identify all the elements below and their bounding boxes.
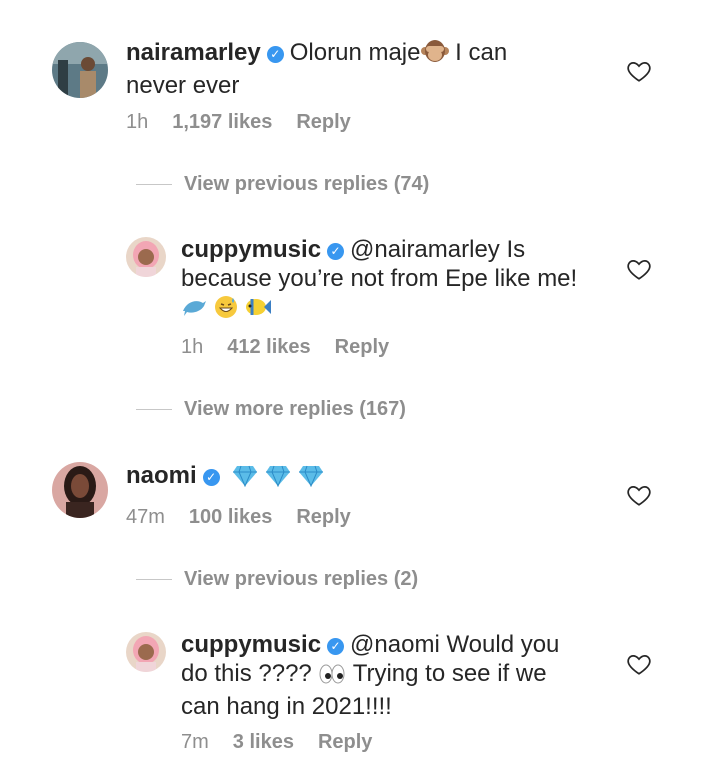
verified-badge-icon: ✓ [327, 638, 345, 655]
username[interactable]: cuppymusic [181, 236, 321, 263]
comment-time: 1h [181, 336, 204, 358]
reply-button[interactable]: Reply [318, 731, 372, 753]
comment-time: 47m [126, 506, 165, 528]
avatar-nairamarley[interactable] [52, 42, 108, 98]
heart-icon[interactable] [626, 256, 652, 282]
divider-line [136, 184, 172, 186]
comment-time: 7m [181, 731, 209, 753]
reply-button[interactable]: Reply [296, 111, 350, 133]
reply-button[interactable]: Reply [296, 506, 350, 528]
username[interactable]: cuppymusic [181, 631, 321, 658]
username[interactable]: naomi [126, 462, 197, 489]
like-count[interactable]: 412 likes [227, 336, 310, 358]
gem-icon [232, 465, 258, 494]
verified-badge-icon: ✓ [266, 46, 284, 63]
view-replies-label: View previous replies (74) [184, 173, 430, 195]
dolphin-icon [181, 295, 207, 326]
heart-icon[interactable] [626, 651, 652, 677]
verified-badge-icon: ✓ [327, 243, 345, 260]
eyes-icon [318, 663, 346, 692]
divider-line [136, 579, 172, 581]
divider-line [136, 409, 172, 411]
heart-icon[interactable] [626, 58, 652, 84]
tropical-fish-icon [244, 295, 272, 326]
like-count[interactable]: 100 likes [189, 506, 272, 528]
gem-icon [298, 465, 324, 494]
comment-text: Olorun maje [289, 39, 421, 66]
view-previous-replies-button[interactable]: View previous replies (74) [136, 173, 429, 196]
grinning-sweat-face-icon [214, 295, 238, 326]
view-more-replies-button[interactable]: View more replies (167) [136, 398, 406, 421]
view-replies-label: View previous replies (2) [184, 568, 419, 590]
reply-button[interactable]: Reply [335, 336, 389, 358]
see-no-evil-monkey-icon [420, 38, 449, 71]
avatar-naomi[interactable] [52, 462, 108, 518]
verified-badge-icon: ✓ [202, 469, 220, 486]
view-previous-replies-button[interactable]: View previous replies (2) [136, 568, 418, 591]
gem-icon [265, 465, 291, 494]
comment-time: 1h [126, 111, 149, 133]
heart-icon[interactable] [626, 482, 652, 508]
avatar-cuppymusic[interactable] [126, 632, 166, 672]
like-count[interactable]: 1,197 likes [172, 111, 272, 133]
avatar-cuppymusic[interactable] [126, 237, 166, 277]
like-count[interactable]: 3 likes [233, 731, 294, 753]
username[interactable]: nairamarley [126, 39, 261, 66]
view-replies-label: View more replies (167) [184, 398, 406, 420]
